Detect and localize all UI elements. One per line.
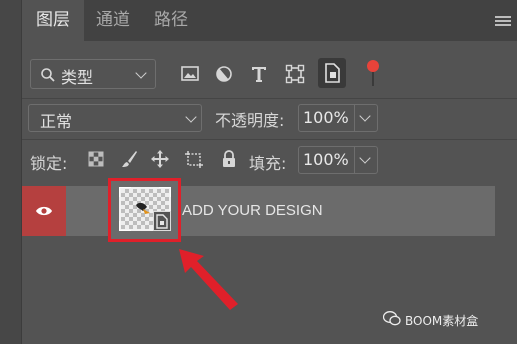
- search-icon: [41, 68, 55, 82]
- watermark-text: BOOM素材盒: [405, 314, 479, 328]
- smart-object-badge-icon: [153, 211, 171, 231]
- divider: [22, 139, 517, 140]
- smart-object-filter-icon[interactable]: [318, 58, 346, 88]
- layer-thumbnail-highlight: [108, 178, 181, 242]
- tab-channels[interactable]: 通道: [84, 0, 142, 41]
- lock-label: 锁定:: [30, 154, 68, 173]
- fill-value[interactable]: 100%: [303, 150, 349, 169]
- divider: [22, 98, 517, 99]
- layers-panel: 图层 通道 路径 类型 正常 不透明度: 100% 锁定: 填充: 100% A…: [22, 0, 517, 344]
- eye-icon: [36, 206, 52, 216]
- chevron-down-icon: [185, 111, 197, 123]
- filter-kind-label: 类型: [61, 68, 94, 87]
- lock-position-icon[interactable]: [150, 149, 170, 169]
- type-filter-icon[interactable]: [246, 60, 272, 88]
- panel-menu-icon[interactable]: [495, 16, 511, 28]
- annotation-arrow-icon: [179, 249, 238, 310]
- filter-kind-dropdown[interactable]: 类型: [30, 59, 156, 89]
- blend-mode-dropdown[interactable]: 正常: [28, 104, 202, 132]
- layer-thumbnail[interactable]: [119, 187, 171, 231]
- lock-all-icon[interactable]: [219, 149, 239, 169]
- left-panel-edge: [0, 0, 22, 344]
- image-filter-icon[interactable]: [177, 60, 203, 88]
- opacity-field[interactable]: 100%: [298, 104, 378, 132]
- chevron-down-icon[interactable]: [359, 110, 371, 122]
- chevron-down-icon[interactable]: [359, 152, 371, 164]
- layer-row[interactable]: ADD YOUR DESIGN: [22, 178, 495, 242]
- layer-name[interactable]: ADD YOUR DESIGN: [182, 202, 323, 219]
- adjustment-filter-icon[interactable]: [211, 60, 237, 88]
- opacity-label: 不透明度:: [215, 111, 285, 130]
- wechat-logo-icon: [383, 311, 401, 326]
- filter-toggle-switch[interactable]: [367, 60, 379, 72]
- lock-transparent-pixels-icon[interactable]: [86, 149, 106, 169]
- panel-tab-bar: 图层 通道 路径: [22, 0, 517, 41]
- chevron-down-icon: [135, 67, 147, 79]
- fill-label: 填充:: [249, 154, 287, 173]
- opacity-value[interactable]: 100%: [303, 108, 349, 127]
- tab-paths[interactable]: 路径: [142, 0, 200, 41]
- fill-field[interactable]: 100%: [298, 146, 378, 174]
- shape-filter-icon[interactable]: [282, 60, 308, 88]
- blend-mode-value: 正常: [40, 112, 73, 131]
- lock-image-pixels-icon[interactable]: [119, 149, 139, 169]
- layer-visibility-toggle[interactable]: [22, 186, 66, 236]
- prevent-autonest-icon[interactable]: [184, 149, 204, 169]
- tab-layers[interactable]: 图层: [22, 0, 84, 41]
- filter-toggle-stem: [372, 72, 374, 86]
